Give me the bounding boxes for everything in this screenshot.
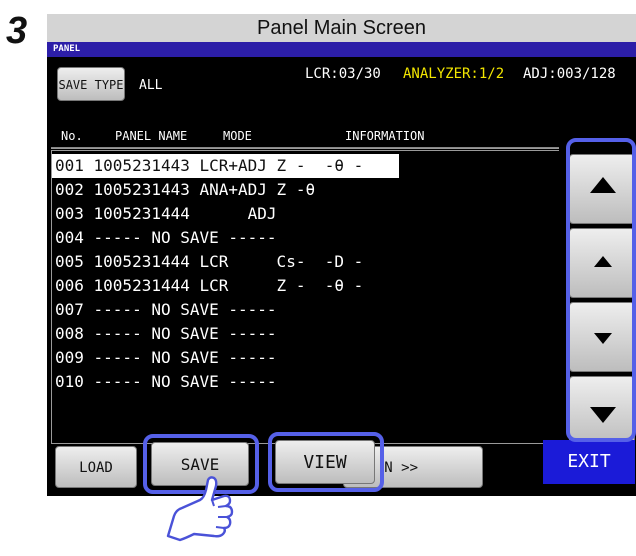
load-label: LOAD: [79, 460, 113, 476]
panel-label: PANEL: [53, 44, 81, 54]
header-mode: MODE: [223, 129, 252, 143]
exit-label: EXIT: [567, 451, 611, 472]
header-information: INFORMATION: [345, 129, 425, 143]
save-type-value: ALL: [139, 78, 163, 93]
scroll-buttons-highlight: [566, 138, 636, 442]
save-type-button[interactable]: SAVE TYPE: [57, 67, 125, 101]
header-divider: [51, 148, 559, 149]
step-number: 3: [6, 10, 28, 52]
screen-title: Panel Main Screen: [47, 14, 636, 42]
lcd-screen: PANEL SAVE TYPE ALL LCR:03/30 ANALYZER:1…: [47, 42, 636, 496]
adj-counter: ADJ:003/128: [523, 66, 616, 82]
table-header: No. PANEL NAME MODE INFORMATION: [51, 127, 559, 148]
exit-button[interactable]: EXIT: [543, 440, 635, 484]
analyzer-counter: ANALYZER:1/2: [403, 66, 505, 82]
header-no: No.: [61, 129, 83, 143]
load-button[interactable]: LOAD: [55, 446, 137, 488]
view-button-highlight: [268, 432, 384, 492]
save-type-label: SAVE TYPE: [58, 78, 124, 92]
panel-title-bar: PANEL: [47, 42, 636, 57]
list-frame: [51, 150, 559, 444]
pointing-hand-icon: [166, 476, 234, 542]
header-panel-name: PANEL NAME: [115, 129, 188, 143]
next-label: N >>: [384, 460, 418, 476]
lcr-counter: LCR:03/30: [305, 66, 381, 82]
